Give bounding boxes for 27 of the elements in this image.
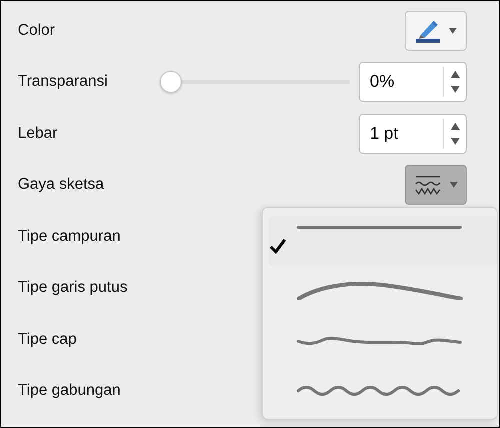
field-label: Gaya sketsa	[18, 176, 104, 194]
down-arrow-icon	[450, 86, 460, 94]
checkmark-icon	[269, 238, 287, 254]
field-label: Lebar	[18, 124, 58, 143]
color-button[interactable]	[405, 10, 467, 51]
field-label: Tipe campuran	[18, 228, 121, 246]
sketch-lines-icon	[414, 174, 442, 196]
sketch-style-button[interactable]	[405, 165, 467, 206]
line-style-icon	[297, 282, 463, 300]
up-arrow-icon	[450, 71, 460, 78]
line-style-icon	[297, 226, 462, 229]
field-label: Tipe cap	[18, 330, 77, 349]
sketch-style-option[interactable]	[269, 216, 497, 266]
line-style-icon	[297, 336, 462, 346]
slider-thumb[interactable]	[160, 71, 182, 94]
spin-field[interactable]: 0%	[359, 62, 467, 102]
field-label: Transparansi	[18, 73, 108, 92]
field-label: Tipe garis putus	[18, 279, 128, 298]
caret-icon	[449, 28, 457, 34]
caret-icon	[450, 182, 458, 188]
up-arrow-icon	[450, 122, 460, 130]
field-label: Tipe gabungan	[18, 382, 121, 400]
spin-field[interactable]: 1 pt	[359, 114, 467, 154]
down-arrow-icon	[450, 138, 460, 145]
field-label: Color	[18, 22, 56, 40]
line-style-icon	[297, 386, 460, 396]
pencil-icon	[415, 18, 441, 43]
